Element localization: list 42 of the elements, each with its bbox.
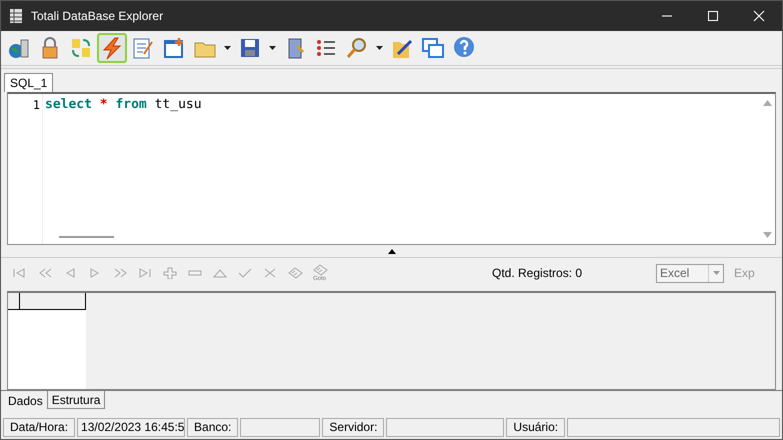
new-window-icon	[162, 36, 186, 60]
last-icon	[136, 267, 152, 279]
windows-icon	[421, 36, 445, 60]
dropdown-arrow-button[interactable]	[708, 264, 723, 282]
window-title: Totali DataBase Explorer	[31, 9, 164, 23]
caret-icon[interactable]	[269, 46, 276, 50]
lightning-icon	[100, 36, 124, 60]
post-icon	[236, 267, 252, 279]
caret-icon[interactable]	[224, 46, 231, 50]
sql-editor[interactable]: 1 select * from tt_usu	[7, 92, 776, 245]
status-label: Usuário:	[506, 418, 566, 437]
line-number: 1	[32, 98, 41, 112]
prior-page-icon	[36, 267, 52, 279]
sync-icon	[69, 36, 93, 60]
export-format-value: Excel	[659, 264, 690, 282]
refresh-icon	[286, 267, 302, 279]
caret-icon[interactable]	[376, 46, 383, 50]
edit-icon	[131, 36, 155, 60]
grid-icon	[9, 8, 23, 24]
code-line: select * from tt_usu	[45, 97, 203, 114]
scroll-down-icon[interactable]	[762, 232, 772, 238]
save-icon	[238, 36, 262, 60]
horizontal-scrollbar[interactable]	[59, 236, 114, 238]
edit-icon	[212, 267, 228, 279]
status-label: Servidor:	[322, 418, 384, 437]
status-label: Data/Hora:	[3, 418, 76, 437]
editor-tab[interactable]: SQL_1	[4, 73, 54, 92]
insert-icon	[162, 267, 178, 279]
export-format-dropdown[interactable]: Excel	[656, 264, 724, 282]
status-label: Banco:	[187, 418, 238, 437]
lightning-button[interactable]	[97, 33, 127, 63]
help-icon	[452, 36, 476, 60]
bookmark-icon	[312, 264, 328, 276]
caret-icon	[712, 271, 720, 275]
splitter-arrow-icon[interactable]	[388, 248, 396, 254]
results-grid[interactable]	[7, 291, 776, 390]
first-icon	[12, 267, 28, 279]
search-icon	[345, 36, 369, 60]
status-value: 13/02/2023 16:45:5	[77, 418, 186, 437]
result-tab[interactable]: Estrutura	[46, 391, 106, 409]
scroll-up-icon[interactable]	[762, 100, 772, 106]
record-count: Qtd. Registros: 0	[492, 266, 584, 280]
